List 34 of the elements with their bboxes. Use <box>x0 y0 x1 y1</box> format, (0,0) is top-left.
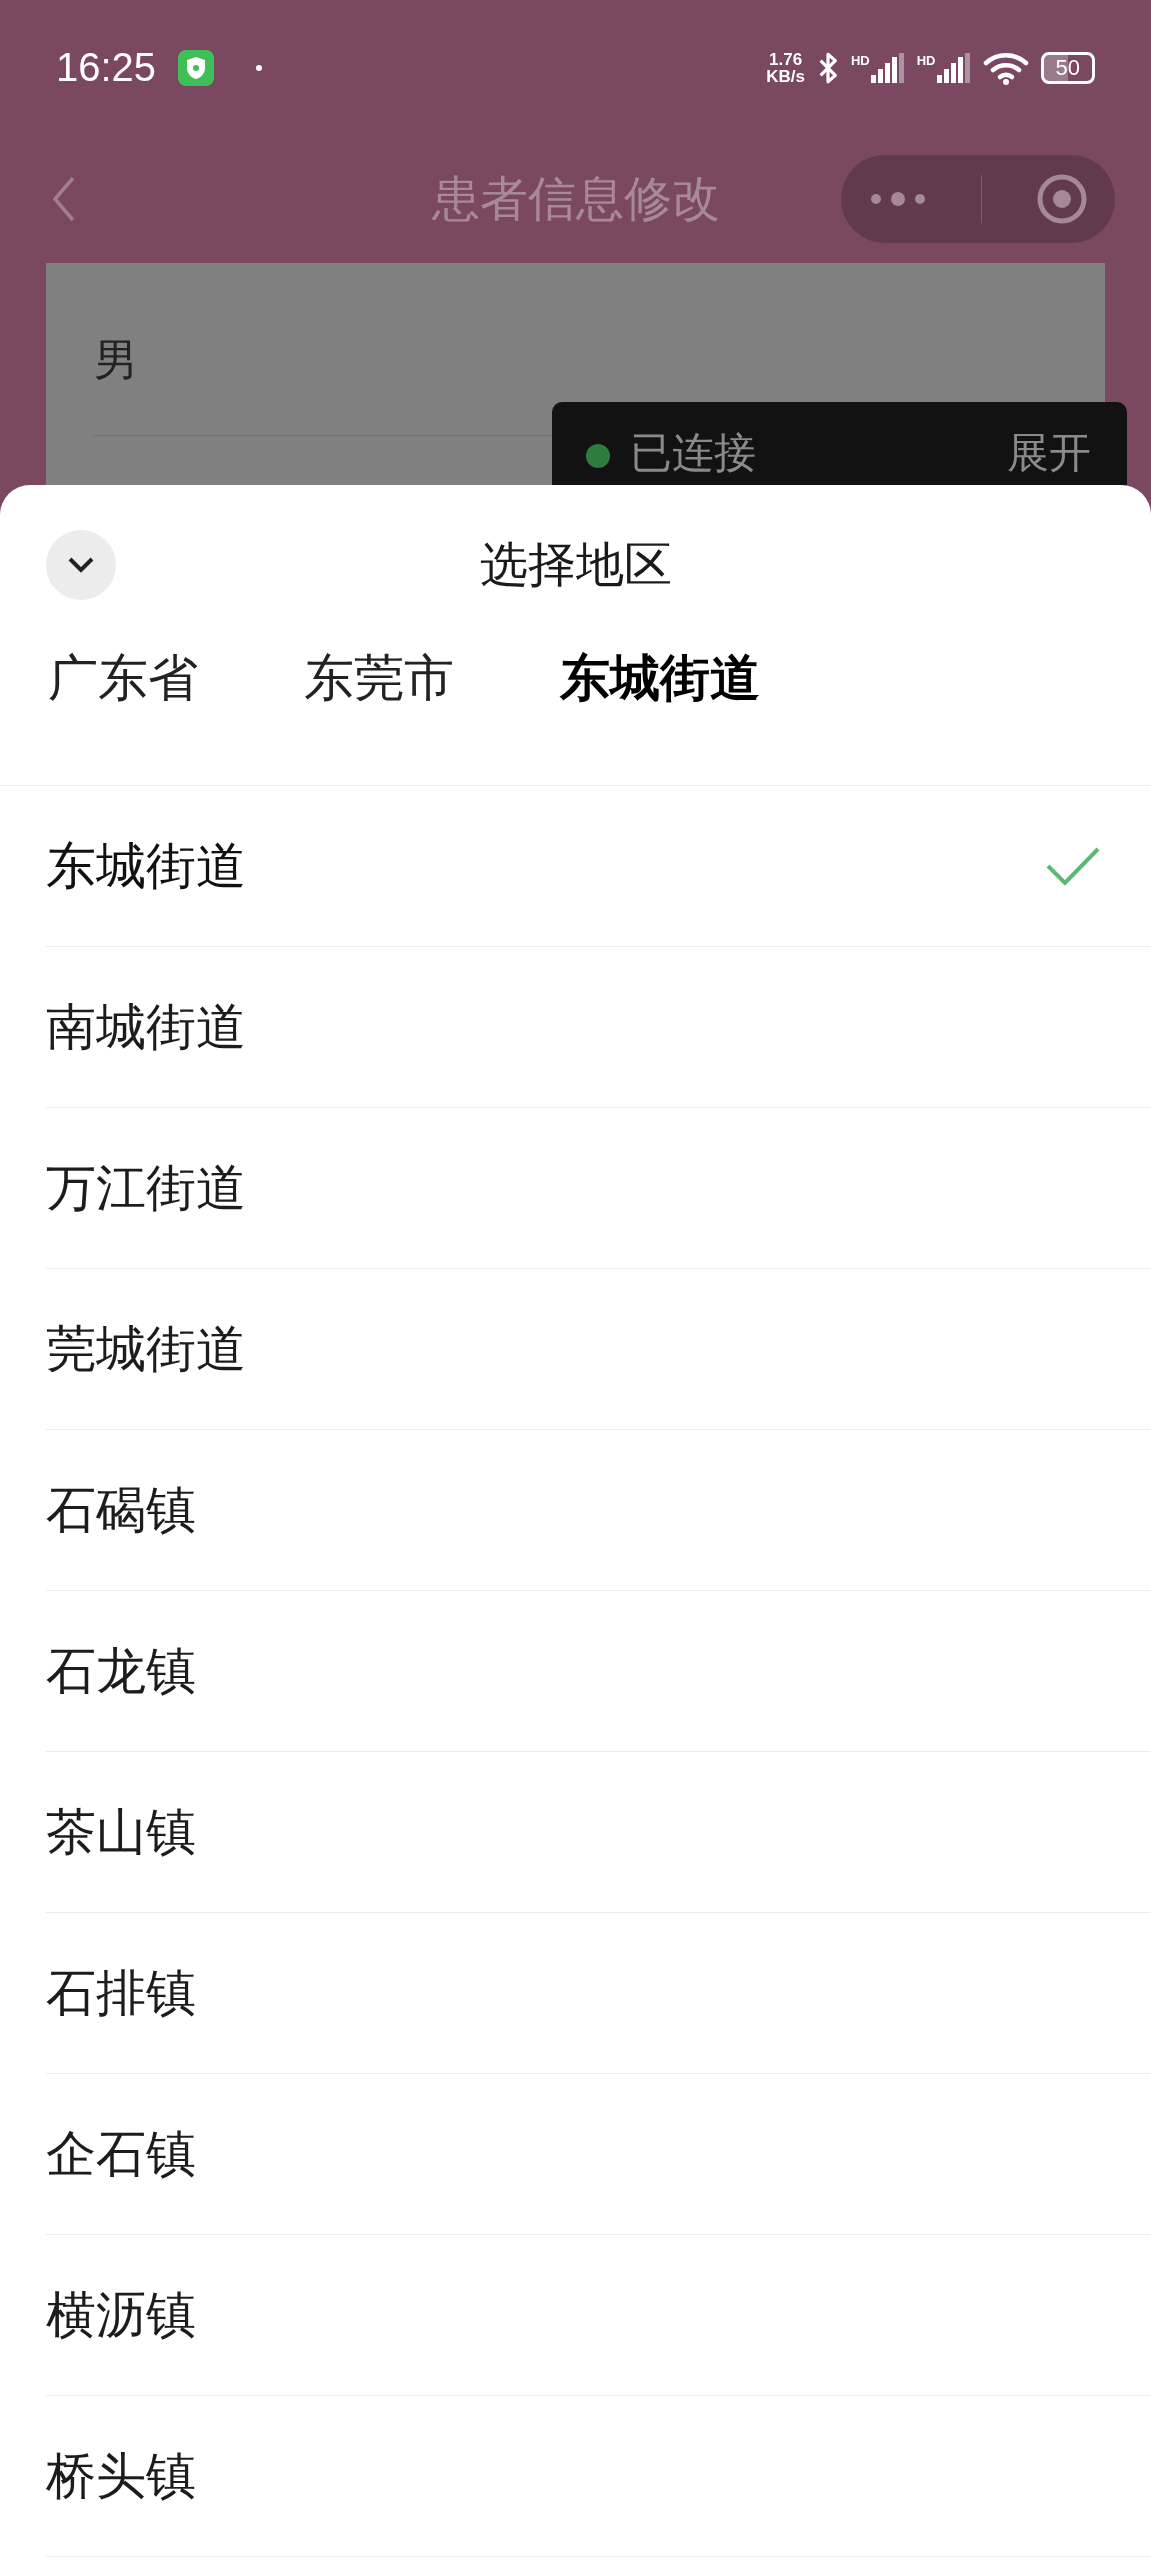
region-option[interactable]: 石龙镇 <box>46 1591 1151 1752</box>
region-option[interactable]: 桥头镇 <box>46 2396 1151 2557</box>
hd-label: HD <box>850 52 870 68</box>
region-option[interactable]: 万江街道 <box>46 1108 1151 1269</box>
network-speed-unit: KB/s <box>766 67 805 85</box>
expand-link[interactable]: 展开 <box>1007 428 1091 478</box>
back-icon[interactable] <box>52 176 76 222</box>
region-option[interactable]: 莞城街道 <box>46 1269 1151 1430</box>
wifi-icon <box>982 50 1029 85</box>
status-dot-icon <box>586 444 610 468</box>
check-icon <box>1045 846 1101 886</box>
signal-icon <box>936 52 971 83</box>
notification-dot-icon <box>256 64 263 71</box>
shield-icon <box>178 49 215 86</box>
page-title: 患者信息修改 <box>431 169 720 228</box>
region-option[interactable]: 南城街道 <box>46 947 1151 1108</box>
region-option[interactable]: 东城街道 <box>46 786 1151 947</box>
region-tab[interactable]: 东莞市 <box>304 645 454 711</box>
region-option[interactable]: 企石镇 <box>46 2074 1151 2235</box>
region-option[interactable]: 石碣镇 <box>46 1430 1151 1591</box>
region-option[interactable]: 茶山镇 <box>46 1752 1151 1913</box>
status-time: 16:25 <box>56 45 157 90</box>
battery-indicator: 50 <box>1040 51 1095 84</box>
network-speed: 1.76 <box>769 50 803 68</box>
hd-label: HD <box>916 52 936 68</box>
region-tab[interactable]: 东城街道 <box>560 645 760 711</box>
region-option[interactable]: 横沥镇 <box>46 2235 1151 2396</box>
region-tab[interactable]: 广东省 <box>48 645 198 711</box>
region-option[interactable]: 石排镇 <box>46 1913 1151 2074</box>
connection-status: 已连接 <box>630 428 756 478</box>
sheet-title: 选择地区 <box>479 535 672 594</box>
form-value: 男 <box>93 333 139 387</box>
chevron-down-icon <box>67 556 95 574</box>
signal-icon <box>870 52 905 83</box>
